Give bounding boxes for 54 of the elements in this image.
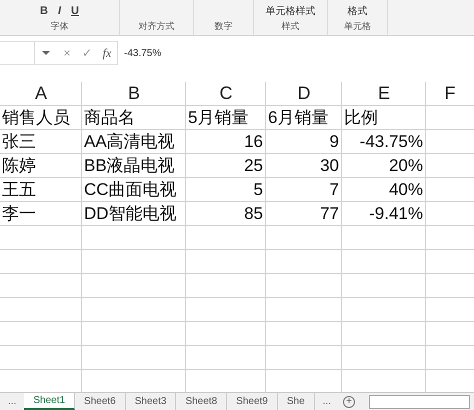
horizontal-scrollbar[interactable]: [369, 394, 470, 408]
table-cell-text: 李一: [1, 203, 37, 225]
dropdown-icon[interactable]: [41, 50, 51, 56]
sheet-tab[interactable]: Sheet6: [75, 393, 126, 410]
column-header[interactable]: C: [186, 82, 266, 105]
sheet-tab[interactable]: She: [278, 393, 315, 410]
table-cell-text: 25: [243, 154, 264, 176]
group-label: 对齐方式: [138, 20, 174, 33]
column-header[interactable]: B: [82, 82, 186, 105]
table-cell-text: BB液晶电视: [83, 155, 176, 177]
column-header[interactable]: F: [426, 82, 474, 105]
table-cell-text: 销售人员: [1, 107, 71, 129]
table-cell-text: 5: [252, 178, 264, 200]
table-cell-text: DD智能电视: [83, 203, 178, 225]
ribbon-item[interactable]: 格式: [348, 4, 368, 18]
sheet-tab[interactable]: Sheet3: [126, 393, 176, 410]
sheet-tab[interactable]: Sheet9: [227, 393, 278, 410]
insert-function-button[interactable]: fx: [97, 46, 117, 60]
table-cell-text: 40%: [388, 178, 424, 200]
group-label: 单元格: [344, 20, 371, 33]
font-style-button[interactable]: U: [69, 5, 81, 17]
sheet-tab[interactable]: Sheet8: [176, 393, 228, 410]
table-cell-text: 5月销量: [187, 107, 250, 129]
table-cell-text: 6月销量: [267, 107, 330, 129]
table-cell-text: -43.75%: [358, 130, 424, 152]
table-cell-text: 比例: [343, 107, 379, 129]
table-cell-text: 85: [243, 202, 264, 224]
more-sheets-button[interactable]: ...: [314, 396, 339, 407]
table-cell-text: 77: [319, 202, 340, 224]
table-cell-text: 陈婷: [1, 155, 37, 177]
font-style-button[interactable]: I: [56, 5, 64, 17]
font-style-button[interactable]: B: [38, 5, 50, 17]
column-header[interactable]: E: [342, 82, 426, 105]
table-cell-text: 商品名: [83, 107, 136, 129]
table-cell-text: CC曲面电视: [83, 179, 178, 201]
table-cell-text: 30: [319, 154, 340, 176]
group-label: 数字: [214, 20, 232, 33]
table-cell-text: -9.41%: [368, 202, 424, 224]
table-cell-text: 20%: [388, 154, 424, 176]
group-label: 样式: [282, 20, 300, 33]
table-cell-text: 16: [243, 130, 264, 152]
table-cell-text: 7: [328, 178, 340, 200]
table-cell-text: AA高清电视: [83, 131, 176, 153]
column-header[interactable]: A: [0, 82, 82, 105]
more-sheets-button[interactable]: ...: [0, 396, 24, 407]
table-cell-text: 9: [328, 130, 340, 152]
table-cell-text: 张三: [1, 131, 37, 153]
formula-input[interactable]: -43.75%: [117, 41, 474, 65]
ribbon-item[interactable]: 单元格样式: [266, 4, 316, 18]
sheet-tab[interactable]: Sheet1: [24, 393, 76, 410]
add-sheet-button[interactable]: +: [343, 396, 355, 408]
group-label: 字体: [50, 20, 68, 33]
table-cell-text: 王五: [1, 179, 37, 201]
column-header[interactable]: D: [266, 82, 342, 105]
